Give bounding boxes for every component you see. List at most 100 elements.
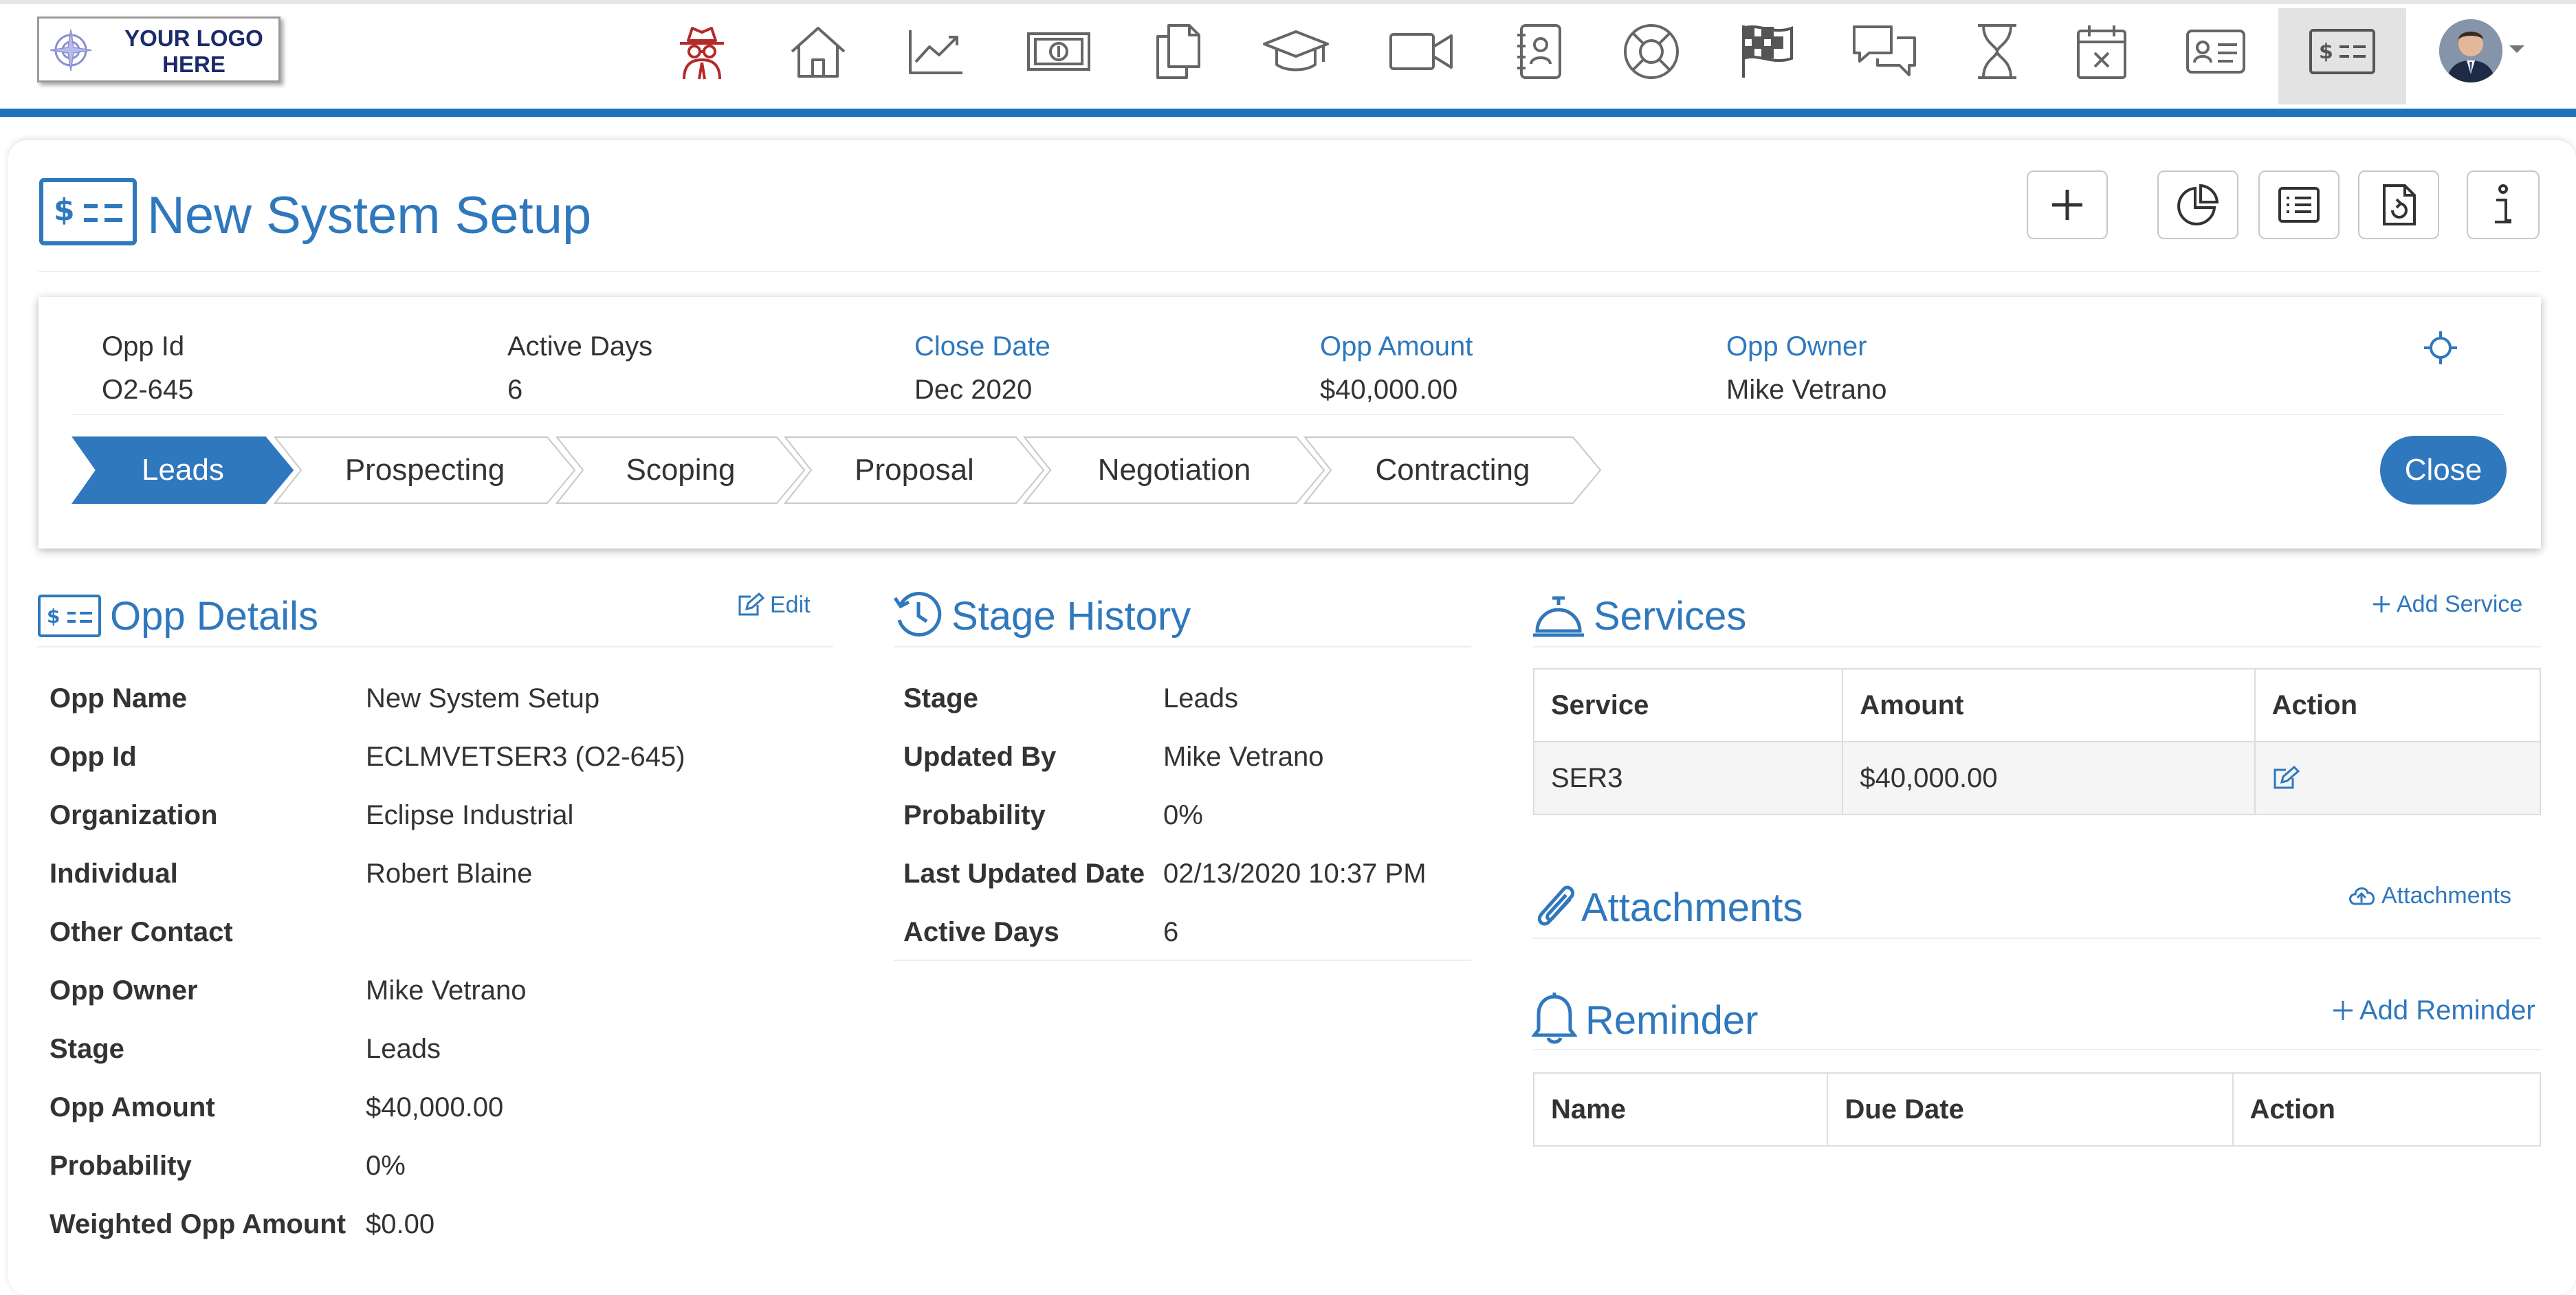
attachments-link[interactable]: Attachments <box>2347 884 2511 907</box>
stage-leads[interactable]: Leads <box>71 436 294 505</box>
detail-label-opp-name: Opp Name <box>49 683 188 713</box>
video-camera-icon[interactable] <box>1383 14 1459 89</box>
spy-icon[interactable] <box>664 14 740 89</box>
plus-icon <box>2333 1001 2353 1020</box>
document-button[interactable] <box>2358 170 2439 239</box>
svg-text:$: $ <box>54 192 75 228</box>
close-button[interactable]: Close <box>2380 436 2507 505</box>
reminder-divider <box>1533 1049 2541 1050</box>
summary-value-opp-amount: $40,000.00 <box>1320 375 1458 405</box>
edit-icon <box>738 593 764 616</box>
edit-icon[interactable] <box>2272 766 2300 790</box>
edit-link[interactable]: Edit <box>737 593 811 617</box>
summary-label-opp-id: Opp Id <box>102 331 185 362</box>
trend-chart-icon[interactable] <box>899 14 974 89</box>
detail-label-stage: Stage <box>49 1034 124 1064</box>
summary-value-active-days: 6 <box>507 375 523 405</box>
logo-line-2: HERE <box>162 52 225 77</box>
opportunity-summary-panel <box>38 297 2541 549</box>
list-icon <box>2278 187 2320 223</box>
hourglass-icon[interactable] <box>1959 14 2035 89</box>
crosshair-icon[interactable] <box>2423 330 2458 366</box>
column-header-due-date: Due Date <box>1827 1072 2234 1147</box>
add-service-link[interactable]: Add Service <box>2372 593 2522 616</box>
summary-divider <box>71 414 2505 415</box>
reminder-title: Reminder <box>1585 998 1759 1043</box>
attachments-title: Attachments <box>1581 885 1803 930</box>
calendar-x-icon[interactable] <box>2064 14 2139 89</box>
money-icon[interactable] <box>1021 14 1097 89</box>
reminder-table: Name Due Date Action <box>1532 1072 2542 1147</box>
logo-line-1: YOUR LOGO <box>124 25 263 51</box>
info-button[interactable] <box>2467 170 2540 239</box>
detail-label-probability: Probability <box>49 1151 192 1181</box>
file-refresh-icon <box>2383 184 2416 225</box>
action-cell <box>2254 741 2542 815</box>
stage-proposal[interactable]: Proposal <box>784 436 1045 505</box>
summary-label-close-date[interactable]: Close Date <box>914 333 1050 360</box>
detail-label-other-contact: Other Contact <box>49 917 233 947</box>
detail-value-opp-id: ECLMVETSER3 (O2-645) <box>366 742 685 772</box>
pie-chart-icon <box>2177 184 2219 225</box>
nav-accent-bar <box>0 109 2576 117</box>
detail-label-opp-amount: Opp Amount <box>49 1092 215 1122</box>
info-icon <box>2495 184 2511 223</box>
copy-icon[interactable] <box>1140 14 1215 89</box>
add-service-label: Add Service <box>2397 591 2523 617</box>
stage-prospecting-label: Prospecting <box>344 453 505 487</box>
chevron-down-icon[interactable] <box>2508 44 2526 55</box>
dollar-card-icon[interactable]: $ <box>2304 14 2380 89</box>
home-icon[interactable] <box>780 14 856 89</box>
stage-scoping-label: Scoping <box>626 453 736 487</box>
add-button[interactable] <box>2027 170 2108 239</box>
dollar-card-icon: $ <box>38 595 101 637</box>
attachments-link-label: Attachments <box>2381 883 2511 909</box>
stage-negotiation[interactable]: Negotiation <box>1023 436 1325 505</box>
services-table-header: Service Amount Action <box>1532 668 2542 742</box>
stage-prospecting[interactable]: Prospecting <box>274 436 576 505</box>
paperclip-icon <box>1537 885 1574 926</box>
svg-text:$: $ <box>47 605 60 628</box>
opp-details-divider <box>37 646 833 648</box>
graduation-cap-icon[interactable] <box>1258 14 1334 89</box>
detail-value-stage: Leads <box>366 1034 441 1064</box>
summary-value-opp-owner: Mike Vetrano <box>1726 375 1887 405</box>
user-avatar[interactable] <box>2439 19 2502 82</box>
list-view-button[interactable] <box>2258 170 2340 239</box>
page-title: New System Setup <box>147 186 592 245</box>
chat-bubbles-icon[interactable] <box>1847 14 1922 89</box>
stage-contracting-label: Contracting <box>1375 453 1530 487</box>
top-navigation-bar: YOUR LOGO HERE $ <box>0 0 2576 109</box>
column-header-amount: Amount <box>1842 668 2256 742</box>
column-header-action: Action <box>2232 1072 2542 1147</box>
stage-contracting[interactable]: Contracting <box>1303 436 1602 505</box>
checkered-flag-icon[interactable] <box>1729 14 1805 89</box>
analytics-button[interactable] <box>2157 170 2238 239</box>
lifebuoy-icon[interactable] <box>1614 14 1689 89</box>
detail-label-opp-id: Opp Id <box>49 742 137 772</box>
column-header-service: Service <box>1532 668 1844 742</box>
detail-label-opp-owner: Opp Owner <box>49 975 198 1006</box>
plus-icon <box>2373 596 2390 612</box>
summary-label-opp-amount[interactable]: Opp Amount <box>1320 333 1473 360</box>
services-divider <box>1533 646 2541 648</box>
table-row: SER3 $40,000.00 <box>1532 741 2542 815</box>
summary-value-close-date: Dec 2020 <box>914 375 1033 405</box>
summary-label-opp-owner[interactable]: Opp Owner <box>1726 333 1867 360</box>
add-reminder-link[interactable]: Add Reminder <box>2332 997 2535 1024</box>
detail-value-opp-name: New System Setup <box>366 683 600 713</box>
history-value-last-updated-date: 02/13/2020 10:37 PM <box>1163 859 1427 889</box>
add-reminder-label: Add Reminder <box>2359 995 2535 1026</box>
history-label-stage: Stage <box>903 683 978 713</box>
summary-value-opp-id: O2-645 <box>102 375 194 405</box>
contact-book-icon[interactable] <box>1501 14 1576 89</box>
detail-value-individual: Robert Blaine <box>366 859 533 889</box>
history-label-last-updated-date: Last Updated Date <box>903 859 1145 889</box>
dollar-card-icon: $ <box>39 178 137 245</box>
stage-scoping[interactable]: Scoping <box>555 436 806 505</box>
history-value-updated-by: Mike Vetrano <box>1163 742 1324 772</box>
amount-cell: $40,000.00 <box>1842 741 2256 815</box>
id-card-icon[interactable] <box>2178 14 2254 89</box>
edit-link-label: Edit <box>770 592 811 618</box>
company-logo[interactable]: YOUR LOGO HERE <box>37 16 280 82</box>
